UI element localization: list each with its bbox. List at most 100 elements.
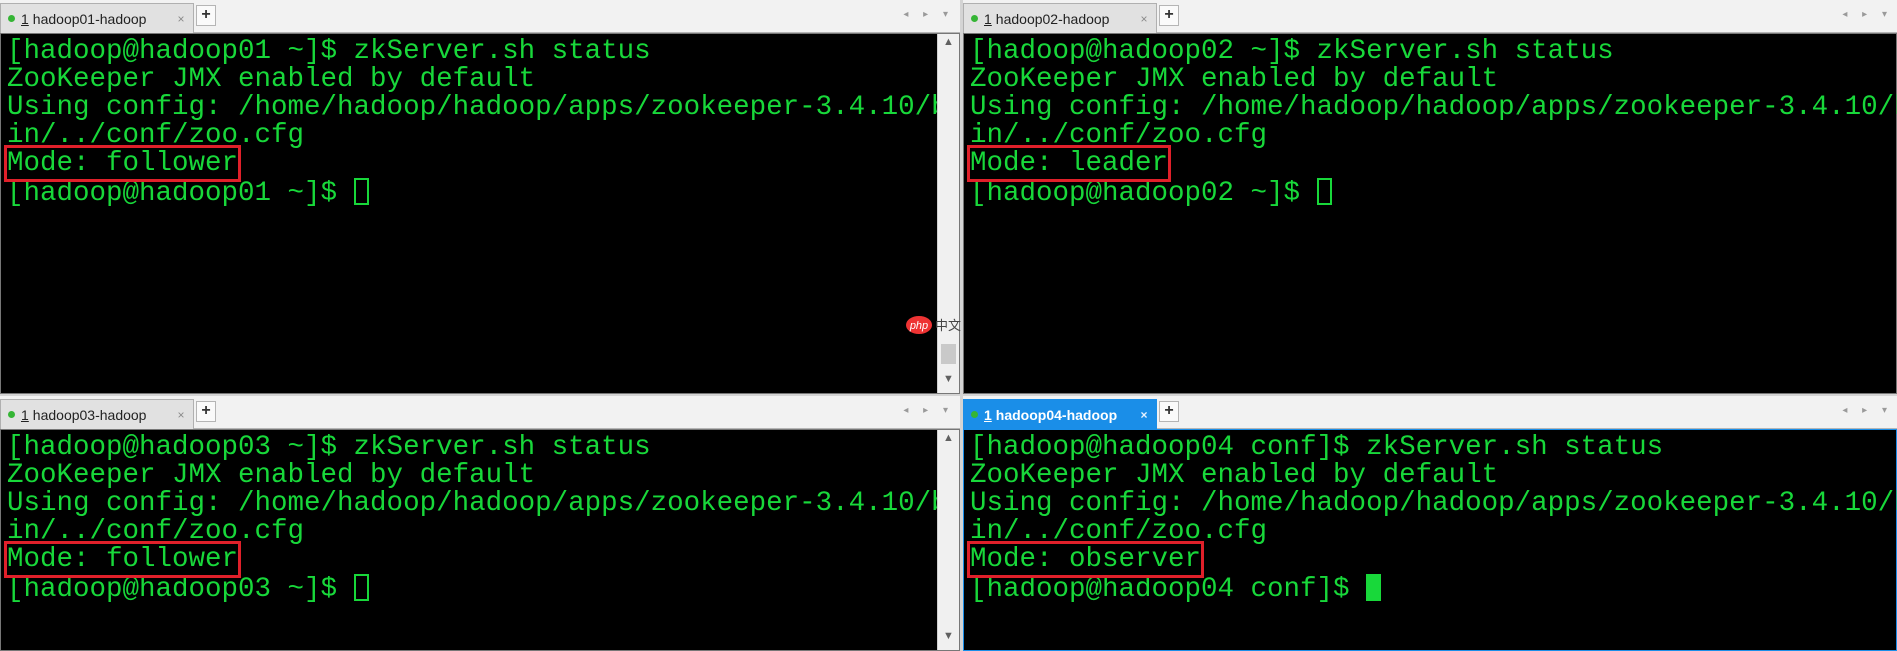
terminal-line: ZooKeeper JMX enabled by default [970,462,1897,490]
scroll-down-arrow-icon[interactable]: ▼ [938,630,959,648]
terminal-line: Using config: /home/hadoop/hadoop/apps/z… [970,94,1897,122]
tab-hadoop04-hadoop[interactable]: 1 hadoop04-hadoop × [963,399,1157,429]
scroll-up-arrow-icon[interactable]: ▲ [938,432,959,450]
terminal-line: [hadoop@hadoop04 conf]$ [970,574,1897,605]
terminal-cursor [1366,574,1382,601]
terminal-line: Using config: /home/hadoop/hadoop/apps/z… [7,94,948,122]
terminal-pane-hadoop03: 1 hadoop03-hadoop × + ◂ ▸ ▾ [hadoop@hado… [0,396,960,651]
terminal-line: ZooKeeper JMX enabled by default [7,462,948,490]
tab-scroll-arrows[interactable]: ◂ ▸ ▾ [903,405,954,416]
terminal-line: in/../conf/zoo.cfg [7,122,948,150]
session-status-dot-icon [971,15,978,22]
terminal-line: [hadoop@hadoop03 ~]$ [7,574,948,605]
terminal-line: [hadoop@hadoop01 ~]$ [7,178,948,209]
terminal-output[interactable]: [hadoop@hadoop03 ~]$ zkServer.sh status Z… [0,429,960,651]
line-text: [hadoop@hadoop01 ~]$ zkServer.sh status [7,36,651,67]
tab-scroll-arrows[interactable]: ◂ ▸ ▾ [903,9,954,20]
terminal-line: in/../conf/zoo.cfg [970,518,1897,546]
line-text: [hadoop@hadoop03 ~]$ zkServer.sh status [7,432,651,463]
session-status-dot-icon [971,411,978,418]
line-text: Using config: /home/hadoop/hadoop/apps/z… [970,92,1897,123]
php-watermark-logo: php 中文 [905,315,965,335]
line-text: ZooKeeper JMX enabled by default [7,460,536,491]
line-text: in/../conf/zoo.cfg [7,516,305,547]
line-text: [hadoop@hadoop02 ~]$ zkServer.sh status [970,36,1614,67]
mode-highlight-box: Mode: follower [3,145,242,182]
close-tab-icon[interactable]: × [1136,408,1152,422]
terminal-pane-hadoop04: 1 hadoop04-hadoop × + ◂ ▸ ▾ [hadoop@hado… [963,396,1897,651]
terminal-line: [hadoop@hadoop04 conf]$ zkServer.sh stat… [970,434,1897,462]
close-tab-icon[interactable]: × [173,408,189,422]
scroll-down-arrow-icon[interactable]: ▼ [938,373,959,391]
scroll-up-arrow-icon[interactable]: ▲ [938,36,959,54]
zookeeper-mode-line: Mode: observer [966,541,1897,578]
line-text: in/../conf/zoo.cfg [970,516,1268,547]
tab-hadoop03-hadoop[interactable]: 1 hadoop03-hadoop × [0,399,194,429]
add-tab-button[interactable]: + [196,401,216,422]
line-text: Using config: /home/hadoop/hadoop/apps/z… [7,488,948,519]
terminal-line: Using config: /home/hadoop/hadoop/apps/z… [7,490,948,518]
add-tab-button[interactable]: + [196,5,216,26]
line-text: ZooKeeper JMX enabled by default [970,460,1499,491]
terminal-output[interactable]: [hadoop@hadoop02 ~]$ zkServer.sh status Z… [963,33,1897,394]
tab-scroll-arrows[interactable]: ◂ ▸ ▾ [1842,405,1893,416]
line-text: [hadoop@hadoop01 ~]$ [7,178,354,209]
terminal-line: [hadoop@hadoop01 ~]$ zkServer.sh status [7,38,948,66]
terminal-line: [hadoop@hadoop03 ~]$ zkServer.sh status [7,434,948,462]
terminal-line: Using config: /home/hadoop/hadoop/apps/z… [970,490,1897,518]
add-tab-button[interactable]: + [1159,401,1179,422]
terminal-pane-hadoop02: 1 hadoop02-hadoop × + ◂ ▸ ▾ [hadoop@hado… [963,0,1897,394]
tab-label: hadoop02-hadoop [995,10,1110,27]
terminal-cursor [1316,178,1332,205]
line-text: in/../conf/zoo.cfg [970,120,1268,151]
vertical-scrollbar[interactable]: ▲ ▼ [937,34,959,393]
line-text: [hadoop@hadoop04 conf]$ [970,574,1367,605]
tab-hadoop01-hadoop[interactable]: 1 hadoop01-hadoop × [0,3,194,33]
tab-number: 1 [984,10,992,27]
line-text: ZooKeeper JMX enabled by default [7,64,536,95]
line-text: Using config: /home/hadoop/hadoop/apps/z… [970,488,1897,519]
tab-bar: 1 hadoop03-hadoop × + ◂ ▸ ▾ [0,396,960,429]
line-text: ZooKeeper JMX enabled by default [970,64,1499,95]
terminal-cursor [353,178,369,205]
terminal-output[interactable]: [hadoop@hadoop01 ~]$ zkServer.sh status Z… [0,33,960,394]
session-status-dot-icon [8,15,15,22]
zookeeper-mode-line: Mode: follower [3,541,948,578]
tab-number: 1 [21,406,29,423]
terminal-line: [hadoop@hadoop02 ~]$ [970,178,1897,208]
line-text: [hadoop@hadoop03 ~]$ [7,574,354,605]
terminal-text: [hadoop@hadoop01 ~]$ zkServer.sh status Z… [3,38,948,209]
close-tab-icon[interactable]: × [1136,12,1152,26]
add-tab-button[interactable]: + [1159,5,1179,26]
terminal-line: in/../conf/zoo.cfg [7,518,948,546]
session-status-dot-icon [8,411,15,418]
line-text: Using config: /home/hadoop/hadoop/apps/z… [7,92,948,123]
terminal-text: [hadoop@hadoop02 ~]$ zkServer.sh status Z… [966,38,1897,208]
tab-number: 1 [21,10,29,27]
line-text: [hadoop@hadoop04 conf]$ zkServer.sh stat… [970,432,1664,463]
terminal-cursor [353,574,369,601]
tab-number: 1 [984,406,992,423]
line-text: in/../conf/zoo.cfg [7,120,305,151]
mode-highlight-box: Mode: follower [3,541,242,578]
svg-text:php: php [909,320,928,332]
mode-highlight-box: Mode: leader [966,145,1172,182]
zookeeper-mode-line: Mode: follower [3,145,948,182]
close-tab-icon[interactable]: × [173,12,189,26]
tab-bar: 1 hadoop01-hadoop × + ◂ ▸ ▾ [0,0,960,33]
tab-label: hadoop03-hadoop [32,406,147,423]
terminal-line: [hadoop@hadoop02 ~]$ zkServer.sh status [970,38,1897,66]
scrollbar-thumb[interactable] [941,344,956,364]
tab-bar: 1 hadoop04-hadoop × + ◂ ▸ ▾ [963,396,1897,429]
terminal-line: in/../conf/zoo.cfg [970,122,1897,150]
tab-hadoop02-hadoop[interactable]: 1 hadoop02-hadoop × [963,3,1157,33]
tab-scroll-arrows[interactable]: ◂ ▸ ▾ [1842,9,1893,20]
terminal-pane-hadoop01: 1 hadoop01-hadoop × + ◂ ▸ ▾ [hadoop@hado… [0,0,960,394]
svg-text:中文: 中文 [935,319,961,334]
tab-label: hadoop01-hadoop [32,10,147,27]
tab-bar: 1 hadoop02-hadoop × + ◂ ▸ ▾ [963,0,1897,33]
terminal-output[interactable]: [hadoop@hadoop04 conf]$ zkServer.sh stat… [963,429,1897,651]
vertical-scrollbar[interactable]: ▲ ▼ [937,430,959,650]
terminal-text: [hadoop@hadoop03 ~]$ zkServer.sh status Z… [3,434,948,605]
terminal-line: ZooKeeper JMX enabled by default [7,66,948,94]
